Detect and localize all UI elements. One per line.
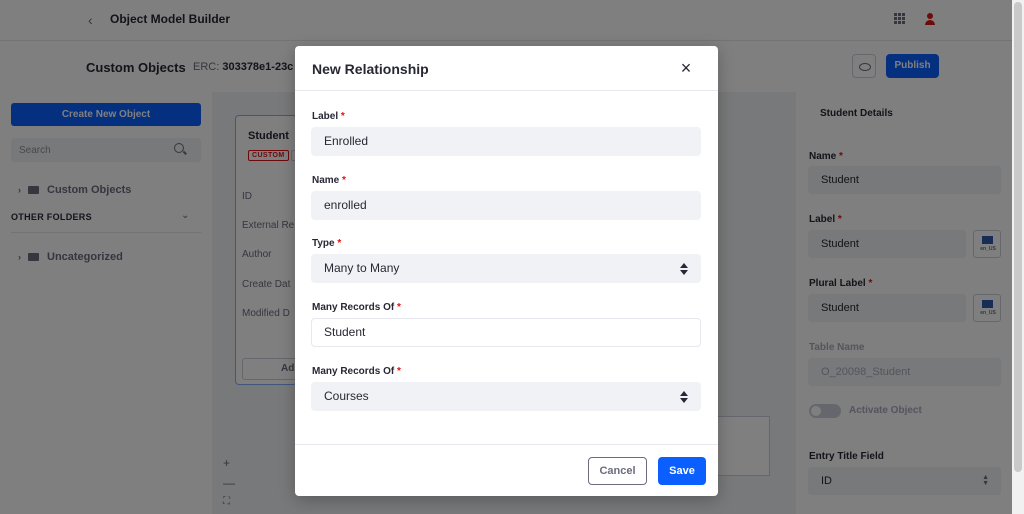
select-arrows-icon <box>680 263 688 275</box>
name-input[interactable]: enrolled <box>311 191 701 220</box>
scrollbar-thumb[interactable] <box>1014 2 1022 472</box>
label-input[interactable]: Enrolled <box>311 127 701 156</box>
many-records-of-label: Many Records Of * <box>312 366 401 377</box>
label-field-label: Label * <box>312 111 345 122</box>
many-records-of-field-1[interactable]: Student <box>311 318 701 347</box>
new-relationship-modal: New Relationship × Label * Enrolled Name… <box>295 46 718 496</box>
name-field-label: Name * <box>312 175 346 186</box>
modal-footer: Cancel Save <box>295 444 718 496</box>
many-records-of-label: Many Records Of * <box>312 302 401 313</box>
type-select[interactable]: Many to Many <box>311 254 701 283</box>
close-icon[interactable]: × <box>675 58 697 80</box>
modal-header: New Relationship × <box>295 46 718 91</box>
many-records-of-select-2[interactable]: Courses <box>311 382 701 411</box>
modal-title: New Relationship <box>312 61 429 77</box>
cancel-button[interactable]: Cancel <box>588 457 647 485</box>
select-arrows-icon <box>680 391 688 403</box>
save-button[interactable]: Save <box>658 457 706 485</box>
page-scrollbar[interactable] <box>1012 0 1024 514</box>
type-field-label: Type * <box>312 238 342 249</box>
